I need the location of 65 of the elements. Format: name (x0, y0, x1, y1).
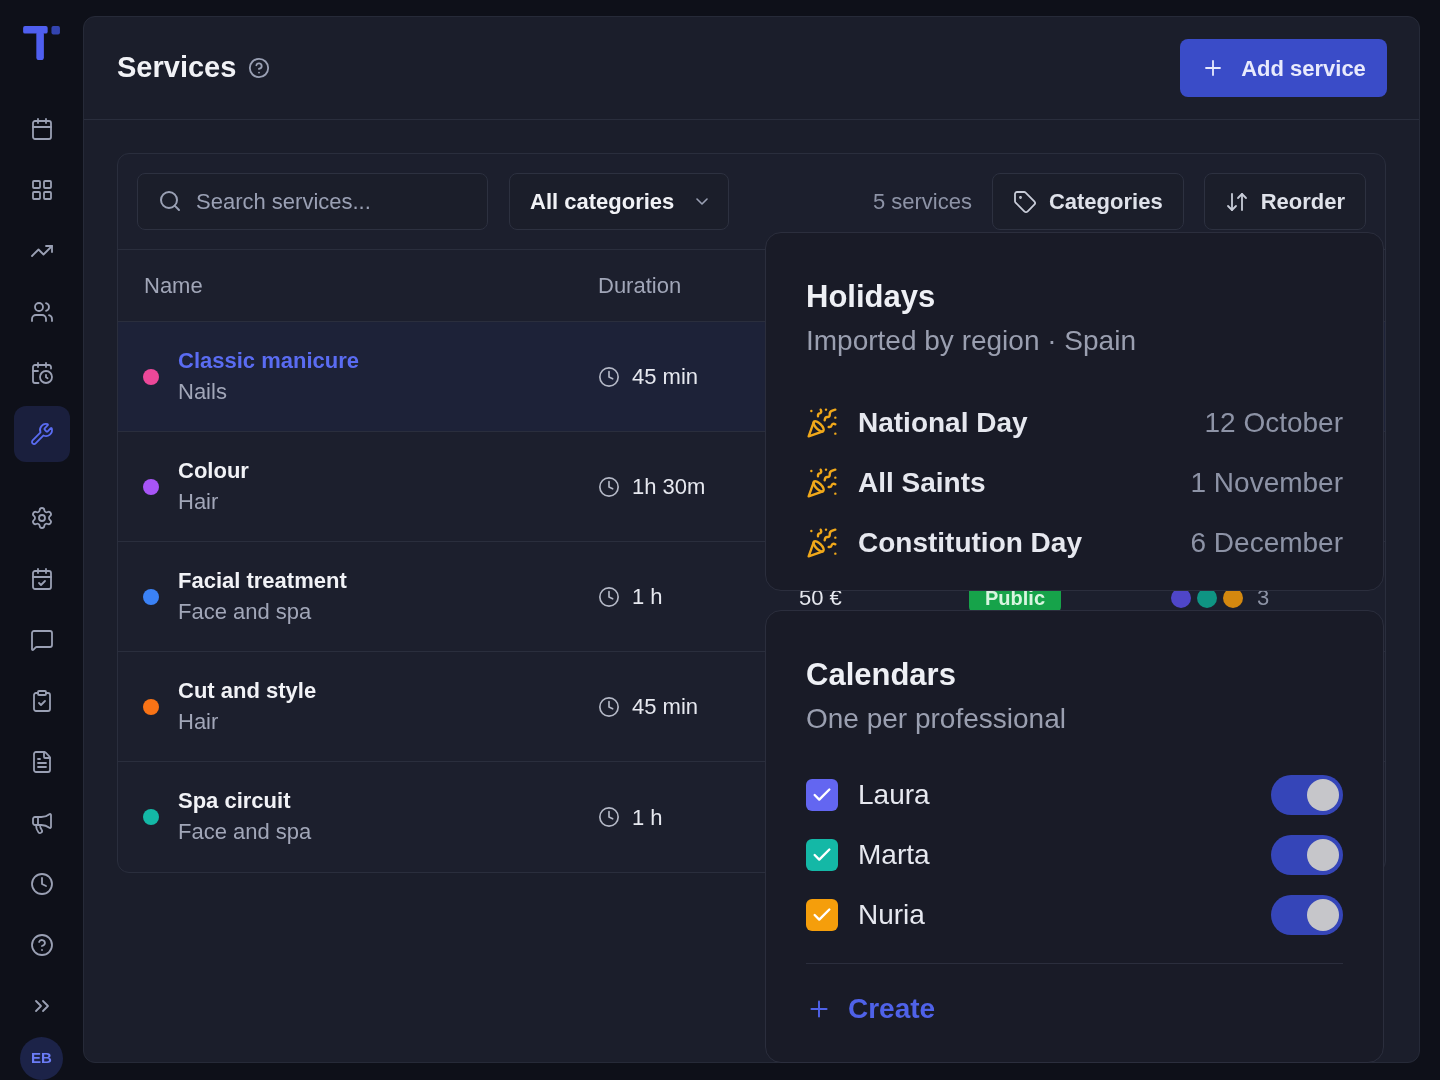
calendar-check-icon (29, 567, 54, 591)
service-category: Face and spa (178, 818, 312, 846)
service-category: Face and spa (178, 597, 313, 626)
clock-icon (29, 872, 54, 896)
service-name: Colour (178, 456, 249, 485)
clock-icon (598, 695, 620, 718)
help-icon (29, 933, 54, 957)
search-field[interactable]: Search services... (137, 173, 488, 230)
column-header: Name (144, 273, 203, 298)
clock-icon (598, 475, 620, 498)
grid-icon (29, 178, 54, 202)
duration: 45 min (632, 363, 699, 391)
toggle-switch[interactable] (1271, 895, 1343, 935)
settings-icon (29, 506, 54, 530)
add-service-button[interactable]: Add service (1180, 39, 1387, 97)
popover-subtitle: Imported by region · Spain (806, 324, 1137, 358)
duration: 45 min (632, 693, 699, 721)
service-name: Spa circuit (178, 787, 292, 815)
service-category: Nails (178, 377, 228, 406)
column-header: Duration (598, 273, 682, 298)
popover-title: Calendars (806, 656, 957, 694)
service-name: Cut and style (178, 676, 317, 705)
clock-icon (598, 585, 620, 608)
duration: 1h 30m (632, 473, 706, 501)
duration: 1 h (632, 803, 663, 832)
holiday-name: All Saints (858, 466, 986, 500)
chevron-down-icon (696, 198, 708, 205)
duration: 1 h (632, 583, 663, 611)
clock-icon (598, 806, 620, 828)
toggle-switch[interactable] (1271, 775, 1343, 815)
calendar-name: Laura (858, 778, 930, 812)
calendar-checkbox[interactable] (806, 899, 838, 931)
help-icon[interactable] (248, 57, 271, 79)
reorder-button[interactable]: Reorder (1203, 173, 1366, 230)
service-count: 5 services (872, 188, 972, 216)
search-icon (158, 189, 182, 213)
popover-title: Holidays (806, 278, 937, 316)
calendar-clock-icon (29, 361, 54, 385)
tag-icon (1012, 189, 1037, 214)
toggle-switch[interactable] (1271, 835, 1343, 875)
message-icon (29, 628, 54, 652)
party-popper-icon (806, 467, 838, 499)
avatar[interactable]: EB (20, 1037, 63, 1080)
service-name: Facial treatment (178, 566, 347, 595)
calendar-icon (29, 117, 54, 141)
calendar-checkbox[interactable] (806, 839, 838, 871)
categories-button[interactable]: Categories (991, 173, 1184, 230)
calendar-name: Marta (858, 838, 930, 872)
service-name: Classic manicure (178, 346, 359, 375)
party-popper-icon (806, 527, 838, 559)
megaphone-icon (29, 811, 54, 835)
category-dropdown[interactable]: All categories (509, 173, 729, 230)
wrench-icon (29, 422, 54, 446)
logo-icon (21, 26, 62, 60)
party-popper-icon (806, 407, 838, 439)
page-title: Services (117, 50, 237, 86)
nav-item[interactable] (13, 406, 70, 462)
holiday-date: 1 November (1190, 466, 1343, 500)
users-icon (29, 300, 54, 324)
clock-icon (598, 365, 620, 388)
popover-subtitle: One per professional (806, 702, 1067, 736)
calendar-checkbox[interactable] (806, 779, 838, 811)
calendar-name: Nuria (858, 898, 925, 932)
service-category: Hair (178, 707, 220, 736)
service-category: Hair (178, 487, 220, 516)
